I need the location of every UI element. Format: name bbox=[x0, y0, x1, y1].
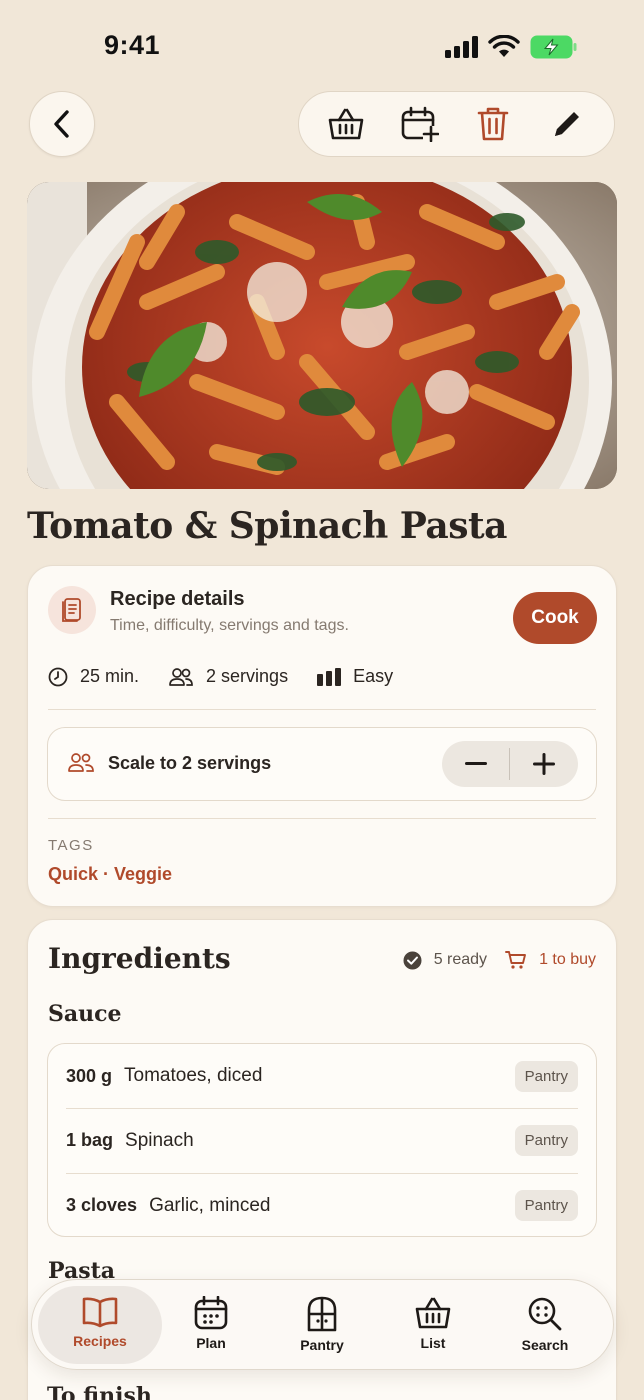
calendar-add-icon bbox=[401, 106, 439, 142]
pantry-door-icon bbox=[307, 1296, 337, 1332]
clock-icon bbox=[48, 667, 68, 686]
servings-value: 2 servings bbox=[206, 666, 289, 686]
back-button[interactable] bbox=[29, 91, 95, 157]
ingredient-qty: 3 cloves bbox=[66, 1195, 138, 1215]
ingredient-row[interactable]: 1 bag Spinach Pantry bbox=[66, 1108, 578, 1172]
add-to-plan-button[interactable] bbox=[395, 99, 445, 149]
details-title: Recipe details bbox=[110, 588, 245, 610]
servings-meta: 2 servings bbox=[168, 666, 288, 687]
check-circle-icon bbox=[403, 951, 422, 969]
bottom-tab-bar: Recipes Plan Pantry List Search bbox=[31, 1279, 614, 1370]
cart-icon bbox=[505, 951, 527, 969]
basket-icon bbox=[328, 108, 364, 140]
divider bbox=[48, 709, 596, 710]
status-bar: 9:41 bbox=[0, 0, 644, 90]
recipe-toolbar bbox=[298, 91, 615, 157]
ingredients-title: Ingredients bbox=[48, 942, 231, 975]
recipe-details-card: Recipe details Time, difficulty, serving… bbox=[27, 565, 617, 907]
tab-search[interactable]: Search bbox=[483, 1286, 607, 1364]
tags-label: TAGS bbox=[48, 837, 94, 854]
pantry-tag: Pantry bbox=[514, 1060, 578, 1092]
ingredient-row[interactable]: 300 g Tomatoes, diced Pantry bbox=[66, 1044, 578, 1108]
ready-count: 5 ready bbox=[403, 951, 487, 970]
ingredients-stats: 5 ready 1 to buy bbox=[403, 950, 596, 970]
ready-label: 5 ready bbox=[433, 951, 488, 968]
decrease-servings-button[interactable] bbox=[442, 741, 509, 787]
wifi-icon bbox=[488, 35, 520, 57]
tab-label: Recipes bbox=[73, 1333, 127, 1349]
add-to-list-button[interactable] bbox=[321, 99, 371, 149]
ingredient-name: Spinach bbox=[125, 1129, 194, 1151]
difficulty-meta: Easy bbox=[317, 666, 393, 687]
edit-button[interactable] bbox=[542, 99, 592, 149]
minus-icon bbox=[464, 762, 487, 765]
ingredient-name: Tomatoes, diced bbox=[124, 1065, 263, 1086]
recipe-meta-row: 25 min. 2 servings Easy bbox=[48, 666, 422, 687]
ingredient-name: Garlic, minced bbox=[149, 1194, 271, 1216]
basket-icon bbox=[415, 1297, 451, 1329]
delete-button[interactable] bbox=[468, 99, 518, 149]
plus-icon bbox=[532, 753, 555, 775]
cook-button[interactable]: Cook bbox=[513, 592, 597, 644]
status-icons bbox=[444, 35, 578, 59]
increase-servings-button[interactable] bbox=[510, 741, 577, 787]
tags-value[interactable]: Quick · Veggie bbox=[48, 864, 172, 885]
section-title-to-finish: To finish bbox=[47, 1383, 152, 1400]
tab-recipes[interactable]: Recipes bbox=[38, 1286, 162, 1364]
chevron-left-icon bbox=[54, 110, 69, 138]
time-meta: 25 min. bbox=[48, 666, 139, 687]
scale-servings-row: Scale to 2 servings bbox=[47, 727, 597, 801]
tab-pantry[interactable]: Pantry bbox=[260, 1286, 384, 1364]
time-value: 25 min. bbox=[80, 666, 140, 686]
pasta-dish-illustration bbox=[27, 182, 617, 489]
people-icon bbox=[169, 667, 193, 686]
recipe-title: Tomato & Spinach Pasta bbox=[27, 505, 507, 547]
to-buy-label: 1 to buy bbox=[539, 951, 596, 968]
to-buy-count[interactable]: 1 to buy bbox=[505, 950, 596, 970]
document-icon bbox=[62, 598, 81, 622]
search-icon bbox=[528, 1297, 562, 1331]
tab-label: Pantry bbox=[300, 1337, 344, 1353]
ingredient-qty: 1 bag bbox=[66, 1130, 114, 1150]
tab-label: List bbox=[420, 1335, 446, 1351]
recipe-hero-image bbox=[27, 182, 617, 489]
difficulty-bars-icon bbox=[317, 667, 342, 686]
scale-label: Scale to 2 servings bbox=[108, 753, 272, 773]
pantry-tag: Pantry bbox=[514, 1190, 578, 1221]
details-subtitle: Time, difficulty, servings and tags. bbox=[110, 617, 349, 634]
pantry-tag: Pantry bbox=[514, 1125, 578, 1156]
status-time: 9:41 bbox=[104, 30, 161, 60]
tab-list[interactable]: List bbox=[371, 1286, 495, 1364]
ingredient-qty: 300 g bbox=[66, 1065, 113, 1086]
trash-icon bbox=[478, 107, 509, 141]
servings-stepper bbox=[442, 741, 578, 787]
tab-label: Plan bbox=[196, 1335, 226, 1351]
ingredient-row[interactable]: 3 cloves Garlic, minced Pantry bbox=[66, 1173, 578, 1237]
calendar-icon bbox=[194, 1296, 228, 1330]
divider bbox=[48, 818, 596, 819]
tab-plan[interactable]: Plan bbox=[149, 1286, 273, 1364]
section-title-sauce: Sauce bbox=[48, 1001, 122, 1027]
ingredient-list-sauce: 300 g Tomatoes, diced Pantry 1 bag Spina… bbox=[47, 1043, 597, 1237]
book-icon bbox=[82, 1297, 118, 1328]
signal-icon bbox=[445, 36, 478, 58]
tab-label: Search bbox=[521, 1337, 569, 1353]
people-icon bbox=[68, 753, 94, 772]
difficulty-value: Easy bbox=[353, 666, 394, 686]
battery-charging-icon bbox=[530, 35, 577, 59]
recipe-doc-badge bbox=[48, 586, 96, 634]
pencil-icon bbox=[555, 112, 580, 136]
